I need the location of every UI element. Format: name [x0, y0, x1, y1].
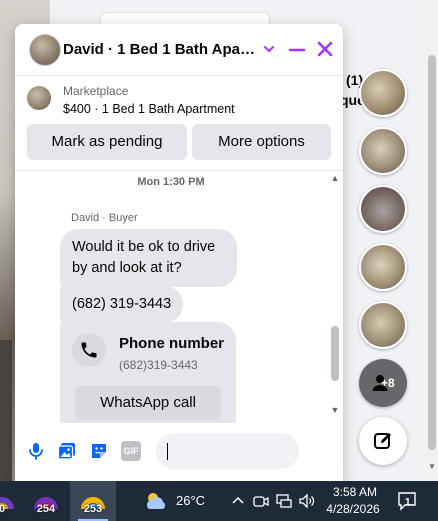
more-options-button[interactable]: More options [192, 124, 331, 160]
whatsapp-call-button[interactable]: WhatsApp call [75, 386, 221, 420]
message-composer: GIF [15, 423, 343, 481]
microphone-icon[interactable] [26, 441, 46, 461]
message-input[interactable] [156, 433, 299, 469]
text-caret [167, 443, 168, 460]
temperature[interactable]: 26°C [176, 493, 205, 508]
taskbar-app[interactable]: 0 [0, 485, 18, 517]
new-message-button[interactable] [359, 417, 407, 465]
phone-number-card[interactable]: Phone number (682)319-3443 WhatsApp call [60, 322, 236, 423]
listing-source: Marketplace [63, 84, 129, 98]
chat-head-avatar[interactable] [359, 243, 407, 291]
notification-count: 1 [405, 497, 411, 508]
phone-card-title: Phone number [119, 335, 225, 352]
page-scroll-down-arrow[interactable]: ▼ [426, 462, 438, 476]
gif-icon[interactable]: GIF [121, 441, 141, 461]
chat-scrollbar[interactable]: ▲ ▼ [328, 171, 343, 423]
clock-time[interactable]: 3:58 AM [330, 485, 380, 499]
taskbar-app-active[interactable]: 253 [77, 485, 109, 517]
taskbar-app[interactable]: 254 [30, 485, 62, 517]
listing-title[interactable]: $400 · 1 Bed 1 Bath Apartment [63, 102, 235, 116]
taskbar: 0 254 253 26°C 3:58 AM 4/28/2026 1 [0, 481, 438, 521]
scroll-up-arrow[interactable]: ▲ [330, 173, 340, 183]
more-chats-count: +8 [381, 376, 395, 390]
chat-header[interactable]: David · 1 Bed 1 Bath Apart... [15, 24, 343, 76]
volume-icon[interactable] [298, 492, 316, 510]
chevron-up-icon[interactable] [229, 492, 247, 510]
background-image-strip [0, 340, 12, 481]
chat-head-avatar[interactable] [359, 69, 407, 117]
taskbar-badge: 254 [36, 503, 56, 515]
network-icon[interactable] [275, 492, 293, 510]
message-timestamp: Mon 1:30 PM [137, 176, 205, 188]
more-chats-button[interactable]: +8 [359, 359, 407, 407]
camera-icon[interactable] [252, 492, 270, 510]
compose-icon [374, 433, 391, 449]
weather-cloud-icon[interactable] [143, 489, 169, 513]
chat-head-avatar[interactable] [359, 127, 407, 175]
minimize-icon[interactable] [287, 40, 307, 60]
taskbar-badge: 253 [83, 503, 103, 515]
page-scrollbar-thumb[interactable] [428, 55, 436, 450]
chat-head-avatar[interactable] [359, 301, 407, 349]
listing-thumbnail[interactable] [27, 86, 51, 110]
message-list: Mon 1:30 PM David · Buyer Would it be ok… [15, 171, 343, 423]
phone-card-number: (682)319-3443 [119, 358, 198, 372]
close-icon[interactable] [315, 39, 335, 59]
sticker-icon[interactable] [89, 441, 109, 461]
chat-window: David · 1 Bed 1 Bath Apart... Marketplac… [15, 24, 343, 481]
taskbar-badge: 0 [0, 503, 6, 515]
sender-label: David · Buyer [71, 212, 138, 224]
avatar[interactable] [29, 34, 61, 66]
listing-banner: Marketplace $400 · 1 Bed 1 Bath Apartmen… [15, 76, 343, 170]
photo-icon[interactable] [57, 441, 77, 461]
chevron-down-icon[interactable] [261, 40, 277, 58]
clock-date[interactable]: 4/28/2026 [322, 502, 384, 516]
phone-icon [81, 342, 97, 358]
message-bubble[interactable]: (682) 319-3443 [60, 286, 184, 323]
chat-head-avatar[interactable] [359, 185, 407, 233]
message-bubble[interactable]: Would it be ok to drive by and look at i… [60, 229, 237, 287]
phone-icon-circle [72, 333, 106, 367]
chat-title[interactable]: David · 1 Bed 1 Bath Apart... [63, 41, 259, 58]
scroll-down-arrow[interactable]: ▼ [330, 405, 340, 415]
chat-scrollbar-thumb[interactable] [331, 326, 339, 381]
mark-as-pending-button[interactable]: Mark as pending [27, 124, 187, 160]
